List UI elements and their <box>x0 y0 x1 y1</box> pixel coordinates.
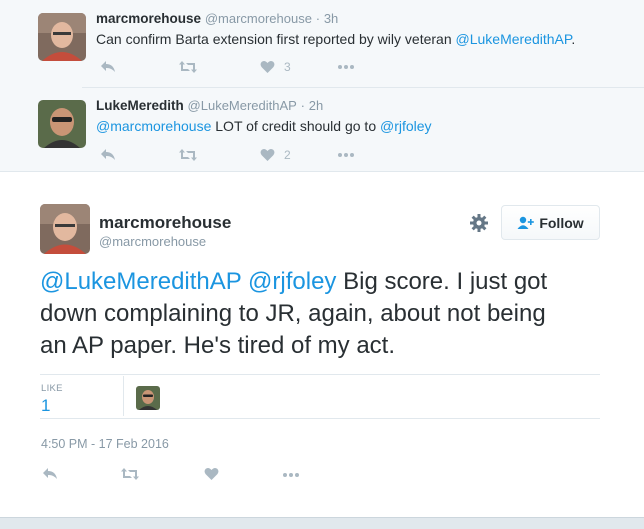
permalink-tweet: marcmorehouse @marcmorehouse Follow @Luk… <box>0 172 644 529</box>
likes-stat-label[interactable]: LIKE <box>41 383 63 394</box>
tweet-text-line-2: down complaining to JR, again, about not… <box>40 300 546 327</box>
follow-person-icon <box>517 216 535 229</box>
retweet-icon[interactable] <box>120 467 140 481</box>
tweet-text-line-3: an AP paper. He's tired of my act. <box>40 332 395 359</box>
ancestor-tweet-2[interactable]: LukeMeredith @LukeMeredithAP · 2h @marcm… <box>0 88 644 172</box>
avatar[interactable] <box>38 13 86 61</box>
heart-icon <box>260 148 275 161</box>
avatar[interactable] <box>38 100 86 148</box>
mention-link[interactable]: @rjfoley <box>380 118 432 134</box>
like-count: 2 <box>284 148 291 162</box>
author-name[interactable]: marcmorehouse <box>96 11 201 26</box>
tweet-timestamp[interactable]: 4:50 PM - 17 Feb 2016 <box>41 437 169 451</box>
author-name[interactable]: LukeMeredith <box>96 98 184 113</box>
more-icon[interactable] <box>337 64 355 70</box>
tweet-text-part: Big score. I just got <box>336 268 548 295</box>
reply-icon[interactable] <box>100 148 116 162</box>
tweet-text: Can confirm Barta extension first report… <box>96 31 575 47</box>
mention-link[interactable]: @LukeMeredithAP <box>40 268 241 295</box>
retweet-icon[interactable] <box>178 148 198 162</box>
conversation-ancestors: marcmorehouse @marcmorehouse · 3h Can co… <box>0 0 644 172</box>
reply-icon[interactable] <box>42 467 58 481</box>
author-name[interactable]: marcmorehouse <box>99 213 231 233</box>
like-count: 3 <box>284 60 291 74</box>
follow-label: Follow <box>539 214 584 231</box>
tweet-text: @LukeMeredithAP @rjfoley Big score. I ju… <box>40 266 620 362</box>
follow-button[interactable]: Follow <box>501 205 600 240</box>
tweet-text-part: LOT of credit should go to <box>211 118 380 134</box>
mention-link[interactable]: @LukeMeredithAP <box>456 31 572 47</box>
author-handle[interactable]: @marcmorehouse <box>99 234 206 249</box>
divider <box>40 374 600 375</box>
tweet-header: LukeMeredith @LukeMeredithAP · 2h <box>96 98 323 113</box>
tweet-text-part: Can confirm Barta extension first report… <box>96 31 456 47</box>
tweet-text: @marcmorehouse LOT of credit should go t… <box>96 118 432 134</box>
likes-stat-count[interactable]: 1 <box>41 396 50 416</box>
divider <box>123 376 124 416</box>
liker-avatar[interactable] <box>136 386 160 410</box>
avatar[interactable] <box>40 204 90 254</box>
like-action[interactable]: 3 <box>260 60 291 74</box>
tweet-text-line-1: @LukeMeredithAP @rjfoley Big score. I ju… <box>40 266 620 298</box>
ancestor-tweet-1[interactable]: marcmorehouse @marcmorehouse · 3h Can co… <box>0 0 644 87</box>
reply-icon[interactable] <box>100 60 116 74</box>
separator: · <box>300 98 305 113</box>
heart-icon[interactable] <box>204 467 219 481</box>
separator: · <box>315 11 321 26</box>
divider <box>40 418 600 419</box>
author-handle[interactable]: @LukeMeredithAP <box>188 98 297 113</box>
author-handle[interactable]: @marcmorehouse <box>205 11 312 26</box>
more-icon[interactable] <box>282 472 300 478</box>
tweet-text-part: . <box>571 31 576 47</box>
mention-link[interactable]: @marcmorehouse <box>96 118 211 134</box>
tweet-time[interactable]: 3h <box>324 11 338 26</box>
retweet-icon[interactable] <box>178 60 198 74</box>
more-icon[interactable] <box>337 152 355 158</box>
replies-section-edge <box>0 517 644 529</box>
heart-icon <box>260 60 275 73</box>
mention-link[interactable]: @rjfoley <box>248 268 336 295</box>
tweet-time[interactable]: 2h <box>309 98 323 113</box>
tweet-header: marcmorehouse @marcmorehouse · 3h <box>96 11 338 26</box>
like-action[interactable]: 2 <box>260 148 291 162</box>
tweet-actions <box>40 467 340 487</box>
gear-icon[interactable] <box>469 213 489 233</box>
